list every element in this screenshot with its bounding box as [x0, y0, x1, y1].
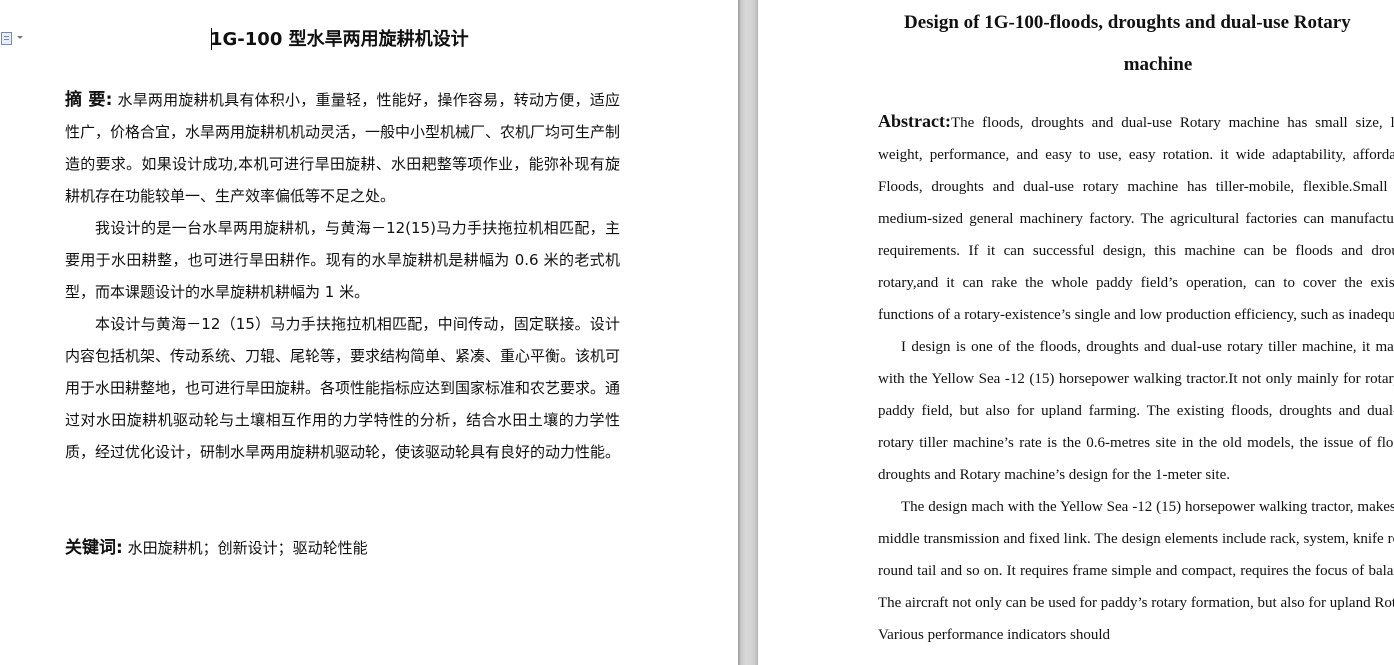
chinese-abstract: 摘 要: 水旱两用旋耕机具有体积小，重量轻，性能好，操作容易，转动方便，适应性广…	[65, 84, 620, 468]
left-document-page: 1G-100 型水旱两用旋耕机设计 摘 要: 水旱两用旋耕机具有体积小，重量轻，…	[0, 0, 738, 665]
english-paragraph-2: I design is one of the floods, droughts …	[878, 339, 1394, 483]
abstract-label: 摘 要:	[65, 90, 113, 110]
keywords-text: 水田旋耕机；创新设计；驱动轮性能	[127, 539, 368, 557]
chevron-down-icon	[17, 36, 23, 39]
right-document-page: Design of 1G-100-floods, droughts and du…	[758, 0, 1394, 665]
text-cursor	[211, 28, 212, 50]
page-gutter	[738, 0, 758, 665]
english-title-line-1: Design of 1G-100-floods, droughts and du…	[904, 12, 1351, 33]
page-icon	[1, 32, 12, 45]
english-paragraph-3: The design mach with the Yellow Sea -12 …	[878, 499, 1394, 643]
keywords-label: 关键词:	[65, 538, 123, 558]
abstract-paragraph-1: 摘 要: 水旱两用旋耕机具有体积小，重量轻，性能好，操作容易，转动方便，适应性广…	[65, 84, 620, 212]
document-navigation-icon[interactable]	[1, 31, 23, 45]
abstract-paragraph-3: 本设计与黄海－12（15）马力手扶拖拉机相匹配，中间传动，固定联接。设计内容包括…	[65, 315, 621, 461]
abstract-paragraph-2: 我设计的是一台水旱两用旋耕机，与黄海－12(15)马力手扶拖拉机相匹配，主要用于…	[65, 219, 620, 301]
chinese-title: 1G-100 型水旱两用旋耕机设计	[210, 29, 469, 50]
english-abstract-text: The floods, droughts and dual-use Rotary…	[878, 115, 1394, 323]
english-abstract: Abstract:The floods, droughts and dual-u…	[878, 105, 1394, 651]
chinese-keywords: 关键词: 水田旋耕机；创新设计；驱动轮性能	[65, 532, 620, 564]
abstract-text-1: 水旱两用旋耕机具有体积小，重量轻，性能好，操作容易，转动方便，适应性广，价格合宜…	[65, 91, 621, 205]
english-title: Design of 1G-100-floods, droughts and du…	[858, 2, 1394, 86]
english-abstract-label: Abstract:	[878, 111, 951, 131]
english-title-line-2: machine	[1123, 54, 1193, 75]
english-paragraph-1: Abstract:The floods, droughts and dual-u…	[878, 105, 1394, 331]
